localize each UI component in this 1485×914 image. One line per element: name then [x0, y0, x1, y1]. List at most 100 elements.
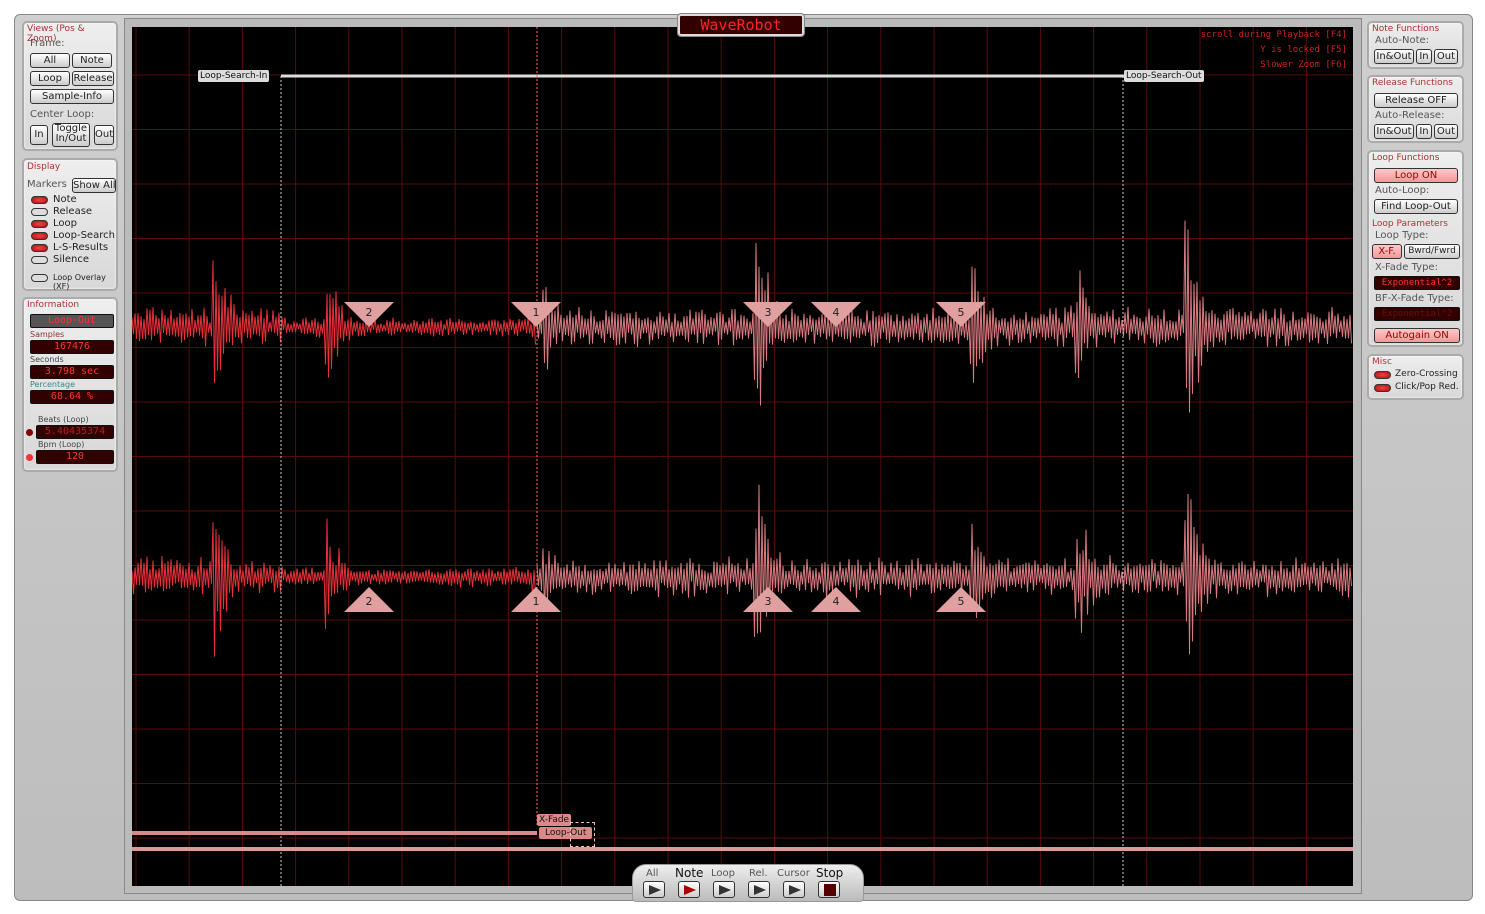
- marker-label: Loop-Search: [53, 230, 115, 241]
- loop-toggle-button[interactable]: Loop ON: [1374, 168, 1458, 183]
- stop-button[interactable]: [818, 881, 840, 898]
- play-all-button[interactable]: [643, 881, 665, 898]
- xfade-marker[interactable]: X-Fade: [537, 814, 572, 826]
- display-panel: Display Markers Show All Note Release Loop…: [22, 158, 118, 291]
- center-loop-label: Center Loop:: [30, 109, 95, 120]
- waveform-display[interactable]: 2 2 1 1 3 3 4 4 5 5 scroll during Playback [F4] Y…: [132, 27, 1353, 886]
- play-cursor-label: Cursor: [777, 868, 810, 879]
- note-functions-title: Note Functions: [1372, 24, 1440, 34]
- auto-note-out-button[interactable]: Out: [1434, 49, 1458, 64]
- auto-note-label: Auto-Note:: [1375, 35, 1430, 46]
- play-icon: [649, 885, 661, 895]
- frame-loop-button[interactable]: Loop: [30, 71, 70, 86]
- auto-release-label: Auto-Release:: [1375, 110, 1445, 121]
- bpm-lock-indicator[interactable]: [26, 454, 33, 461]
- auto-release-in-button[interactable]: In: [1416, 124, 1432, 139]
- release-functions-panel: Release Functions Release OFF Auto-Relea…: [1367, 75, 1464, 143]
- loop-search-out-marker[interactable]: Loop-Search-Out: [1124, 70, 1204, 82]
- loop-out-handle[interactable]: [570, 822, 595, 847]
- release-toggle-button[interactable]: Release OFF: [1374, 93, 1458, 108]
- play-loop-button[interactable]: [713, 881, 735, 898]
- note-functions-panel: Note Functions Auto-Note: In&Out In Out: [1367, 21, 1464, 69]
- percentage-label: Percentage: [30, 380, 76, 389]
- frame-note-button[interactable]: Note: [72, 53, 112, 68]
- loop-overlay-toggle[interactable]: [31, 274, 48, 282]
- marker-toggle-l-s-results[interactable]: [31, 244, 48, 252]
- auto-release-in-out-button[interactable]: In&Out: [1374, 124, 1414, 139]
- release-functions-title: Release Functions: [1372, 78, 1453, 88]
- percentage-value: 68.64 %: [30, 390, 114, 404]
- center-out-button[interactable]: Out: [94, 125, 114, 145]
- marker-label: Loop: [53, 218, 77, 229]
- current-marker-display: Loop-Out: [30, 314, 114, 328]
- marker-toggle-release[interactable]: [31, 208, 48, 216]
- misc-panel: Misc Zero-Crossing Click/Pop Red.: [1367, 354, 1464, 400]
- information-title: Information: [27, 300, 80, 310]
- auto-note-in-button[interactable]: In: [1416, 49, 1432, 64]
- marker-toggle-loop-search[interactable]: [31, 232, 48, 240]
- beats-value: 5.40435374: [36, 425, 114, 439]
- hint-scroll: scroll during Playback [F4]: [1200, 30, 1347, 40]
- play-loop-label: Loop: [711, 868, 735, 879]
- xfade-type-select[interactable]: Exponential^2: [1374, 276, 1460, 290]
- play-icon: [789, 885, 801, 895]
- bpm-label: Bpm (Loop): [38, 440, 85, 449]
- waveform-channel-left-pre-loop: [132, 260, 536, 384]
- auto-loop-label: Auto-Loop:: [1375, 185, 1430, 196]
- marker-number: 4: [833, 595, 840, 608]
- marker-number: 3: [765, 595, 772, 608]
- auto-note-in-out-button[interactable]: In&Out: [1374, 49, 1414, 64]
- frame-release-button[interactable]: Release: [72, 71, 114, 86]
- bf-xfade-type-select[interactable]: Exponential^2: [1374, 307, 1460, 321]
- click-pop-toggle[interactable]: [1374, 384, 1391, 392]
- beats-lock-indicator[interactable]: [26, 429, 33, 436]
- toggle-in-out-button[interactable]: Toggle In/Out: [52, 123, 90, 147]
- loop-type-bwrd-fwrd-button[interactable]: Bwrd/Fwrd: [1404, 244, 1460, 259]
- marker-number: 3: [765, 306, 772, 319]
- frame-all-button[interactable]: All: [30, 53, 70, 68]
- marker-number: 1: [533, 595, 540, 608]
- display-title: Display: [27, 162, 61, 172]
- auto-release-out-button[interactable]: Out: [1434, 124, 1458, 139]
- marker-label: Release: [53, 206, 93, 217]
- center-in-button[interactable]: In: [30, 125, 48, 145]
- stop-icon: [824, 884, 836, 896]
- marker-number: 5: [958, 306, 965, 319]
- find-loop-out-button[interactable]: Find Loop-Out: [1374, 199, 1458, 214]
- waveform-canvas[interactable]: 2 2 1 1 3 3 4 4 5 5: [132, 27, 1353, 886]
- play-icon: [754, 885, 766, 895]
- sample-info-button[interactable]: Sample-Info: [30, 89, 114, 104]
- frame-label: Frame:: [30, 38, 65, 49]
- marker-toggle-note[interactable]: [31, 196, 48, 204]
- loop-functions-title: Loop Functions: [1372, 153, 1440, 163]
- transport-bar: All Note Loop Rel. Cursor Stop: [632, 864, 864, 902]
- loop-functions-panel: Loop Functions Loop ON Auto-Loop: Find L…: [1367, 150, 1464, 347]
- click-pop-label: Click/Pop Red.: [1395, 382, 1459, 392]
- loop-type-label: Loop Type:: [1375, 230, 1429, 241]
- play-cursor-button[interactable]: [783, 881, 805, 898]
- marker-toggle-loop[interactable]: [31, 220, 48, 228]
- loop-parameters-title: Loop Parameters: [1372, 219, 1448, 229]
- loop-type-xf-button[interactable]: X-F.: [1372, 244, 1402, 259]
- marker-toggle-silence[interactable]: [31, 256, 48, 264]
- autogain-toggle-button[interactable]: Autogain ON: [1374, 328, 1460, 343]
- beats-label: Beats (Loop): [38, 415, 89, 424]
- waveform-channel-right-pre-loop: [132, 518, 536, 657]
- play-all-label: All: [646, 868, 659, 879]
- play-note-button[interactable]: [678, 881, 700, 898]
- show-all-button[interactable]: Show All: [72, 178, 116, 193]
- xfade-type-label: X-Fade Type:: [1375, 262, 1438, 273]
- zero-crossing-toggle[interactable]: [1374, 371, 1391, 379]
- hint-slower-zoom: Slower Zoom [F6]: [1260, 60, 1347, 70]
- marker-label: Silence: [53, 254, 90, 265]
- loop-search-in-marker[interactable]: Loop-Search-In: [198, 70, 270, 82]
- marker-number: 2: [366, 306, 373, 319]
- bf-xfade-type-label: BF-X-Fade Type:: [1375, 293, 1454, 304]
- loop-overlay-label: Loop Overlay (XF): [53, 273, 106, 291]
- waveform-channel-right-loop: [536, 484, 1352, 655]
- play-release-button[interactable]: [748, 881, 770, 898]
- play-icon: [684, 885, 696, 895]
- markers-label: Markers: [27, 179, 67, 190]
- marker-number: 1: [533, 306, 540, 319]
- marker-label: Note: [53, 194, 77, 205]
